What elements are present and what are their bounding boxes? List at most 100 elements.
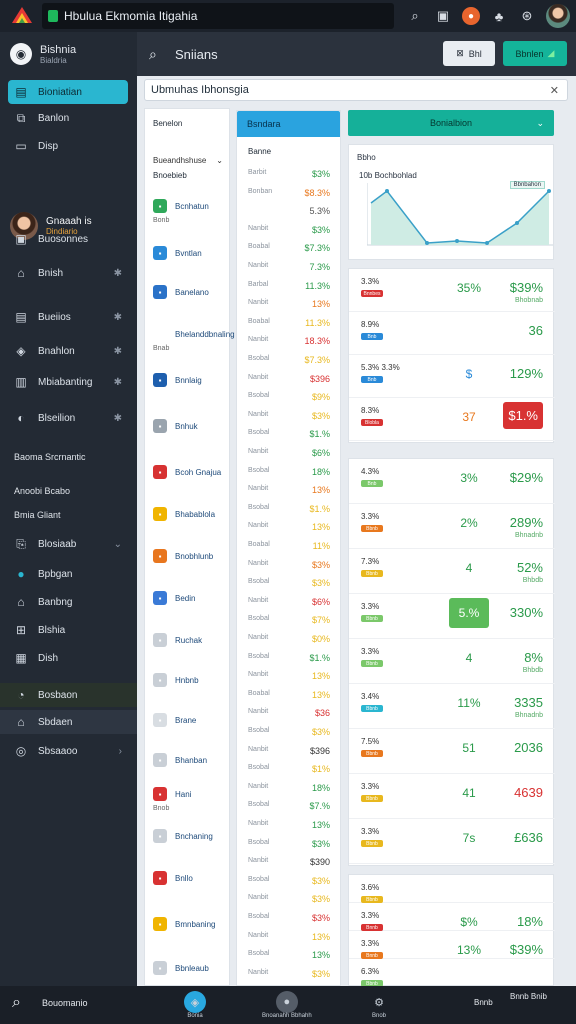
value-row[interactable]: Nanbit $3% xyxy=(248,969,330,979)
value-row[interactable]: Nanbit 18.3% xyxy=(248,336,330,346)
stat-row[interactable]: 3.3% Bnnbes 35% $39% Bhobnab xyxy=(349,269,555,312)
values-column-header[interactable]: Bsndara xyxy=(237,111,340,137)
sidebar-item-bosbaon[interactable]: ◔ Bosbaon xyxy=(0,683,137,707)
nav-item-disp[interactable]: ▭ Disp xyxy=(8,134,128,158)
search-icon[interactable]: ⌕ xyxy=(12,994,21,1012)
stat-row[interactable]: 7.5% Bbnb 51 2036 xyxy=(349,729,555,774)
value-row[interactable]: Nanbit $6% xyxy=(248,597,330,607)
value-row[interactable]: Nanbit $0% xyxy=(248,634,330,644)
app-logo[interactable] xyxy=(8,4,36,28)
user-avatar[interactable] xyxy=(546,4,570,28)
chevron-right-icon[interactable]: › xyxy=(119,746,122,757)
value-row[interactable]: Nanbit 13% xyxy=(248,299,330,309)
stat-row[interactable]: 3.3% Bbnb 5.% 330% xyxy=(349,594,555,639)
category-item[interactable]: Bhelanddbnaling Bnab xyxy=(153,327,235,353)
bottom-right-label-2[interactable]: Bnnb Bnib xyxy=(510,992,564,1002)
bottom-right-label[interactable]: Bnnb xyxy=(474,998,493,1007)
category-item[interactable]: ▪ Banelano xyxy=(153,285,209,299)
category-item[interactable]: ▪ Ruchak xyxy=(153,633,202,647)
value-row[interactable]: Bsobal $1.% xyxy=(248,653,330,663)
value-row[interactable]: Bsobal $7.3% xyxy=(248,355,330,365)
value-row[interactable]: Nanbit $396 xyxy=(248,746,330,756)
stat-row[interactable]: 8.3% Blobla 37 $1.% xyxy=(349,398,555,441)
category-item[interactable]: ▪ Bbnleaub xyxy=(153,961,209,975)
expand-icon[interactable]: ✱ xyxy=(114,312,122,323)
value-row[interactable]: Nanbit 13% xyxy=(248,522,330,532)
category-item[interactable]: ▪ Bnobhlunb xyxy=(153,549,213,563)
value-row[interactable]: Nanbit 13% xyxy=(248,820,330,830)
category-item[interactable]: ▪ Bnhuk xyxy=(153,419,198,433)
calendar-icon[interactable]: ▣ xyxy=(434,7,452,25)
value-row[interactable]: Nanbit $3% xyxy=(248,411,330,421)
sidebar-item-bpbgan[interactable]: ● Bpbgan xyxy=(8,562,128,586)
bottom-tab-profile[interactable]: ● Bnoanahh Bbhahh xyxy=(262,991,312,1019)
primary-action-button[interactable]: Bbnlen ◢ xyxy=(503,41,567,66)
category-item[interactable]: ▪ Bnchaning xyxy=(153,829,213,843)
search-icon[interactable]: ⌕ xyxy=(149,46,167,63)
tree-icon[interactable]: ♣ xyxy=(490,7,508,25)
stat-row[interactable]: 3.3% Bnnb 13% $39% xyxy=(349,931,555,959)
value-row[interactable]: Boabal 13% xyxy=(248,690,330,700)
value-row[interactable]: Boabal 11.3% xyxy=(248,318,330,328)
sidebar-item-blosiaab[interactable]: ⎘ Blosiaab ⌄ xyxy=(8,532,128,556)
value-row[interactable]: Nanbit $390 xyxy=(248,857,330,867)
chevron-down-icon[interactable]: ⌄ xyxy=(114,539,122,550)
expand-icon[interactable]: ✱ xyxy=(114,377,122,388)
value-row[interactable]: Bsobal $3% xyxy=(248,727,330,737)
sidebar-item-bnahlon[interactable]: ◈ Bnahlon ✱ xyxy=(8,339,128,363)
sidebar-item-bueiios[interactable]: ▤ Bueiios ✱ xyxy=(8,305,128,329)
sidebar-item-dish[interactable]: ▦ Dish xyxy=(8,646,128,670)
stat-row[interactable]: 3.3% Bbnb 4 8% Bhbdb xyxy=(349,639,555,684)
search-icon[interactable]: ⌕ xyxy=(406,7,424,25)
expand-icon[interactable]: ✱ xyxy=(114,268,122,279)
category-item[interactable]: ▪ Bnnlaig xyxy=(153,373,202,387)
sidebar-item-sbdaen[interactable]: ⌂ Sbdaen xyxy=(0,710,137,734)
value-row[interactable]: Bsobal $7% xyxy=(248,615,330,625)
stat-row[interactable]: 3.6% Bbnb xyxy=(349,875,555,903)
value-row[interactable]: Bsobal 18% xyxy=(248,467,330,477)
value-row[interactable]: Nanbit 7.3% xyxy=(248,262,330,272)
category-item[interactable]: ▪ Brane xyxy=(153,713,196,727)
value-row[interactable]: Bsobal $3% xyxy=(248,578,330,588)
stats-column-header[interactable]: Bonialbion ⌄ xyxy=(348,110,554,136)
value-row[interactable]: Boabal 11% xyxy=(248,541,330,551)
value-row[interactable]: Nanbit 13% xyxy=(248,671,330,681)
orange-notification-icon[interactable]: ● xyxy=(462,7,480,25)
value-row[interactable]: Nanbit $6% xyxy=(248,448,330,458)
bottom-tab-settings[interactable]: ⚙ Bnob xyxy=(368,991,390,1020)
value-row[interactable]: Bsobal 13% xyxy=(248,950,330,960)
category-item[interactable]: ▪ Bhabablola xyxy=(153,507,215,521)
category-item[interactable]: ▪ Bhanban xyxy=(153,753,207,767)
stat-row[interactable]: 7.3% Bbnb 4 52% Bhbdb xyxy=(349,549,555,594)
stat-row[interactable]: 5.3% 3.3% Bnb $129% xyxy=(349,355,555,398)
value-row[interactable]: Bsobal $7.% xyxy=(248,801,330,811)
stat-row[interactable]: 6.3% Bbnb xyxy=(349,959,555,987)
expand-icon[interactable]: ✱ xyxy=(114,346,122,357)
category-dropdown[interactable]: Bueandhshuse ⌄ xyxy=(153,151,223,169)
value-row[interactable]: Bonban $8.3% xyxy=(248,188,330,198)
stat-row[interactable]: 3.3% Bnnb $% 18% xyxy=(349,903,555,931)
value-row[interactable]: Barbit $3% xyxy=(248,169,330,179)
stat-row[interactable]: 3.3% Bbnb 7s £636 xyxy=(349,819,555,864)
address-bar[interactable]: Ubmuhas Ibhonsgia ✕ xyxy=(144,79,568,101)
category-item[interactable]: ▪ Bmnbaning xyxy=(153,917,215,931)
sidebar-item-blshia[interactable]: ⊞ Blshia xyxy=(8,618,128,642)
value-row[interactable]: Bsobal $3% xyxy=(248,876,330,886)
user-button[interactable]: ⊠ Bhl xyxy=(443,41,495,66)
value-row[interactable]: Bsobal $9% xyxy=(248,392,330,402)
stat-row[interactable]: 3.3% Bbnb 2% 289% Bhnadnb xyxy=(349,504,555,549)
value-row[interactable]: Nanbit 18% xyxy=(248,783,330,793)
stat-row[interactable]: 3.3% Bbnb 41 4639 xyxy=(349,774,555,819)
category-item[interactable]: ▪ Bvntlan xyxy=(153,246,202,260)
bottom-left-label[interactable]: Bouomanio xyxy=(42,998,88,1008)
globe-icon[interactable]: ⊛ xyxy=(518,7,536,25)
value-row[interactable]: Nanbit $3% xyxy=(248,560,330,570)
sidebar-item-banbng[interactable]: ⌂ Banbng xyxy=(8,590,128,614)
close-icon[interactable]: ✕ xyxy=(550,84,559,97)
stat-row[interactable]: 8.9% Bnb 36 xyxy=(349,312,555,355)
value-row[interactable]: Nanbit 13% xyxy=(248,485,330,495)
sidebar-item-mbiabanting[interactable]: ▥ Mbiabanting ✱ xyxy=(8,370,128,394)
value-row[interactable]: Bsobal $3% xyxy=(248,913,330,923)
value-row[interactable]: Bsobal $1% xyxy=(248,764,330,774)
value-row[interactable]: Boabal $7.3% xyxy=(248,243,330,253)
